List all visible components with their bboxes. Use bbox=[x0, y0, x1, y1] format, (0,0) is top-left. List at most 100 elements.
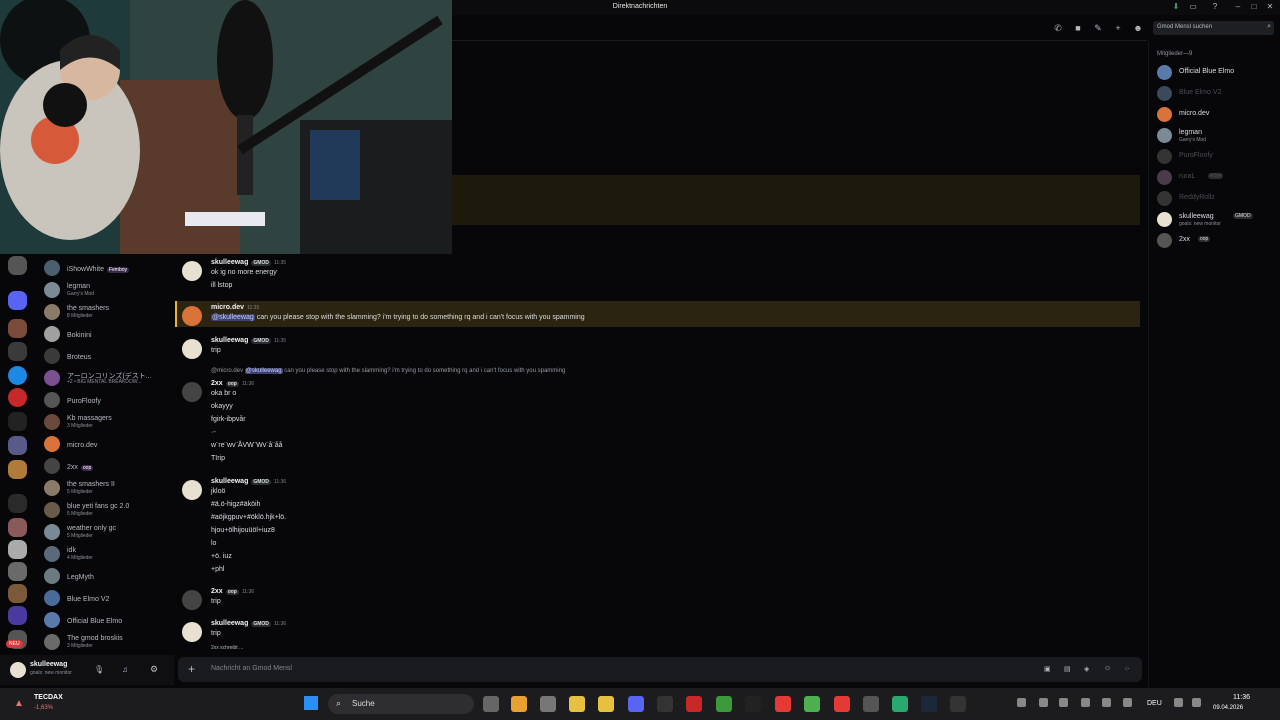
server-icon[interactable] bbox=[8, 256, 27, 275]
clock-time[interactable]: 11:36 bbox=[1233, 694, 1250, 701]
message-author[interactable]: skulleewag GMOD 11:36 bbox=[211, 478, 286, 485]
member-item[interactable]: ruraL ASIA bbox=[1157, 169, 1280, 187]
tray-icon[interactable] bbox=[1039, 698, 1048, 707]
mic-icon[interactable]: 🎙 bbox=[94, 665, 104, 674]
server-icon[interactable] bbox=[8, 540, 27, 559]
dm-item[interactable]: Broteus bbox=[44, 346, 172, 366]
server-icon[interactable] bbox=[8, 562, 27, 581]
search-input[interactable]: Gmod Mensl suchen ⌕ bbox=[1153, 21, 1274, 35]
gif-icon[interactable] bbox=[657, 696, 673, 712]
tray-icon[interactable] bbox=[1081, 698, 1090, 707]
member-item[interactable]: Blue Elmo V2 bbox=[1157, 85, 1280, 103]
message-author[interactable]: skulleewag GMOD 11:35 bbox=[211, 337, 286, 344]
message-author[interactable]: 2xx oop 11:36 bbox=[211, 588, 254, 595]
mention[interactable]: @skulleewag bbox=[211, 314, 255, 321]
headset-icon[interactable]: ♫ bbox=[122, 665, 128, 674]
server-icon[interactable] bbox=[8, 319, 27, 338]
dm-item[interactable]: LegMyth bbox=[44, 566, 172, 586]
server-icon[interactable] bbox=[8, 412, 27, 431]
members-icon[interactable]: ☻ bbox=[1133, 23, 1143, 33]
dm-item[interactable]: Kb massagers 3 Mitglieder bbox=[44, 412, 172, 432]
apps-icon[interactable]: ⁘ bbox=[1124, 665, 1130, 673]
gift-icon[interactable]: ▣ bbox=[1044, 665, 1051, 673]
member-item[interactable]: Official Blue Elmo bbox=[1157, 64, 1280, 82]
server-icon[interactable] bbox=[8, 366, 27, 385]
clock-date[interactable]: 09.04.2026 bbox=[1213, 705, 1243, 711]
dm-item[interactable]: Bokinini bbox=[44, 324, 172, 344]
calculator-icon[interactable] bbox=[540, 696, 556, 712]
task-view-icon[interactable] bbox=[483, 696, 499, 712]
dm-item[interactable]: The gmod broskis 3 Mitglieder bbox=[44, 632, 172, 652]
message-author[interactable]: skulleewag GMOD 11:36 bbox=[211, 620, 286, 627]
taskbar-search[interactable]: ⌕ Suche bbox=[328, 694, 474, 714]
server-icon[interactable] bbox=[8, 494, 27, 513]
close-button[interactable]: ✕ bbox=[1265, 2, 1275, 12]
member-item[interactable]: 2xx oop bbox=[1157, 232, 1280, 250]
app-icon[interactable] bbox=[834, 696, 850, 712]
server-icon[interactable] bbox=[8, 291, 27, 310]
dm-item[interactable]: アーロンコリンズ(デスト... +2 • BIG MENTAL BREAKDOW.… bbox=[44, 368, 172, 388]
minecraft-icon[interactable] bbox=[716, 696, 732, 712]
avatar[interactable] bbox=[182, 339, 202, 359]
dm-item[interactable]: iShowWhite Femboy bbox=[44, 258, 172, 278]
server-icon[interactable] bbox=[8, 342, 27, 361]
dm-item[interactable]: 2xx oop bbox=[44, 456, 172, 476]
server-icon[interactable] bbox=[8, 584, 27, 603]
sticker-icon[interactable]: ◈ bbox=[1084, 665, 1089, 673]
message-author[interactable]: 2xx oop 11:36 bbox=[211, 380, 254, 387]
server-icon[interactable] bbox=[8, 460, 27, 479]
maximize-button[interactable]: □ bbox=[1249, 2, 1259, 12]
server-icon[interactable] bbox=[8, 606, 27, 625]
avatar[interactable] bbox=[182, 480, 202, 500]
pin-icon[interactable]: ✎ bbox=[1093, 23, 1103, 33]
member-item[interactable]: PuroFloofy bbox=[1157, 148, 1280, 166]
member-item[interactable]: micro.dev bbox=[1157, 106, 1280, 124]
roblox-icon[interactable] bbox=[686, 696, 702, 712]
tray-icon[interactable] bbox=[1174, 698, 1183, 707]
help-icon[interactable]: ? bbox=[1210, 2, 1220, 12]
tray-icon[interactable] bbox=[1102, 698, 1111, 707]
message-input[interactable]: Nachricht an Gmod Mensl bbox=[211, 665, 292, 672]
inbox-icon[interactable]: ▭ bbox=[1188, 2, 1198, 12]
app-icon[interactable] bbox=[950, 696, 966, 712]
emoji-icon[interactable]: ☺ bbox=[1104, 665, 1111, 672]
obs-icon[interactable] bbox=[745, 696, 761, 712]
call-icon[interactable]: ✆ bbox=[1053, 23, 1063, 33]
tray-icon[interactable] bbox=[1017, 698, 1026, 707]
avatar[interactable] bbox=[182, 622, 202, 642]
avatar[interactable] bbox=[182, 590, 202, 610]
message-author[interactable]: micro.dev 11:35 bbox=[211, 304, 259, 311]
avatar[interactable] bbox=[182, 306, 202, 326]
stock-name[interactable]: TECDAX bbox=[34, 694, 63, 701]
dm-item[interactable]: the smashers 8 Mitglieder bbox=[44, 302, 172, 322]
update-icon[interactable]: ⬇ bbox=[1171, 2, 1181, 12]
avatar[interactable] bbox=[182, 261, 202, 281]
tray-icon[interactable] bbox=[1123, 698, 1132, 707]
message-author[interactable]: skulleewag GMOD 11:35 bbox=[211, 259, 286, 266]
store-icon[interactable] bbox=[598, 696, 614, 712]
gif-icon[interactable]: ▤ bbox=[1064, 665, 1071, 673]
dm-item[interactable]: micro.dev bbox=[44, 434, 172, 454]
gear-icon[interactable]: ⚙ bbox=[150, 664, 158, 675]
chrome-icon[interactable] bbox=[511, 696, 527, 712]
dm-item[interactable]: Blue Elmo V2 bbox=[44, 588, 172, 608]
dm-item[interactable]: the smashers II 5 Mitglieder bbox=[44, 478, 172, 498]
member-item[interactable]: ReddyRollz bbox=[1157, 190, 1280, 208]
add-attachment-icon[interactable]: + bbox=[188, 662, 195, 676]
tray-icon[interactable] bbox=[1192, 698, 1201, 707]
dm-item[interactable]: idk 4 Mitglieder bbox=[44, 544, 172, 564]
dm-item[interactable]: PuroFloofy bbox=[44, 390, 172, 410]
server-icon[interactable] bbox=[8, 518, 27, 537]
server-icon[interactable] bbox=[8, 388, 27, 407]
start-icon[interactable] bbox=[304, 696, 318, 710]
tray-icon[interactable] bbox=[1059, 698, 1068, 707]
minimize-button[interactable]: – bbox=[1233, 2, 1243, 12]
explorer-icon[interactable] bbox=[569, 696, 585, 712]
mention[interactable]: @skulleewag bbox=[244, 368, 283, 374]
video-icon[interactable]: ■ bbox=[1073, 23, 1083, 33]
avatar[interactable] bbox=[182, 382, 202, 402]
app-icon[interactable] bbox=[863, 696, 879, 712]
member-item[interactable]: legman Garry's Mod bbox=[1157, 127, 1280, 145]
dm-item[interactable]: legman Garry's Mod bbox=[44, 280, 172, 300]
steam-icon[interactable] bbox=[921, 696, 937, 712]
